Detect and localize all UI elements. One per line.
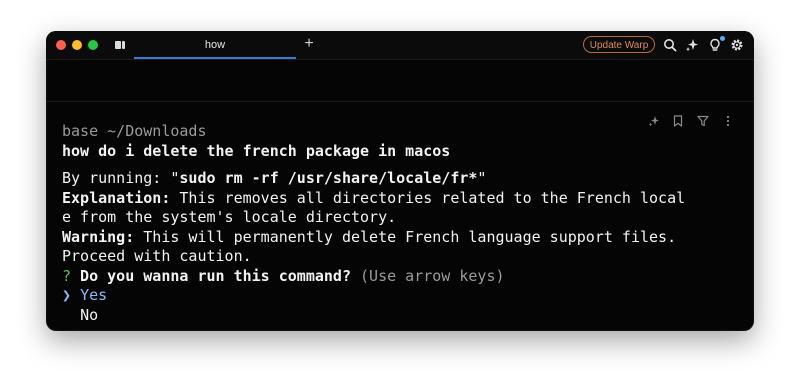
option-no-label: No — [80, 305, 99, 324]
explanation-text-2: e from the system's locale directory. — [62, 208, 397, 226]
question-hint: (Use arrow keys) — [351, 266, 505, 285]
selection-cursor: ❯ — [62, 286, 72, 304]
ai-sparkle-icon[interactable] — [685, 38, 699, 52]
zoom-window-button[interactable] — [88, 40, 98, 50]
close-window-button[interactable] — [56, 40, 66, 50]
notification-dot — [720, 36, 725, 41]
explanation-line: Explanation: This removes all directorie… — [62, 189, 742, 209]
update-warp-button[interactable]: Update Warp — [583, 36, 655, 53]
new-tab-icon[interactable]: + — [302, 35, 316, 53]
warning-text-1: This will permanently delete French lang… — [134, 227, 677, 246]
minimize-window-button[interactable] — [72, 40, 82, 50]
warning-line: Warning: This will permanently delete Fr… — [62, 228, 742, 248]
block-divider — [46, 101, 754, 102]
warning-label: Warning: — [62, 227, 135, 246]
running-prefix: By running: " — [62, 169, 180, 187]
search-icon[interactable] — [663, 38, 677, 52]
option-yes-label: Yes — [80, 286, 108, 304]
suggested-command: sudo rm -rf /usr/share/locale/fr* — [179, 169, 478, 187]
terminal-output: base ~/Downloads how do i delete the fre… — [62, 122, 742, 325]
tab-label: how — [204, 39, 226, 51]
prompt-cwd: base ~/Downloads — [62, 122, 207, 140]
title-bar: how + Update Warp — [46, 31, 754, 60]
warning-text-2: Proceed with caution. — [62, 247, 252, 265]
option-yes[interactable]: ❯ Yes — [62, 286, 742, 306]
question-mark: ? — [62, 266, 72, 285]
active-tab-indicator — [134, 57, 296, 59]
question-text: Do you wanna run this command? — [71, 266, 351, 285]
explanation-text-1: This removes all directories related to … — [170, 188, 686, 207]
settings-gear-icon[interactable] — [730, 38, 744, 52]
explanation-label: Explanation: — [62, 188, 171, 207]
terminal-window: how + Update Warp base ~/Downloads how d… — [46, 31, 754, 331]
running-line: By running: "sudo rm -rf /usr/share/loca… — [62, 169, 742, 189]
confirm-question: ? Do you wanna run this command? (Use ar… — [62, 267, 742, 287]
tab-how[interactable]: how — [134, 31, 296, 59]
entered-command: how do i delete the french package in ma… — [62, 141, 451, 160]
tabs-icon[interactable] — [114, 39, 126, 51]
running-suffix: " — [477, 169, 487, 187]
option-no[interactable]: No — [62, 306, 742, 326]
